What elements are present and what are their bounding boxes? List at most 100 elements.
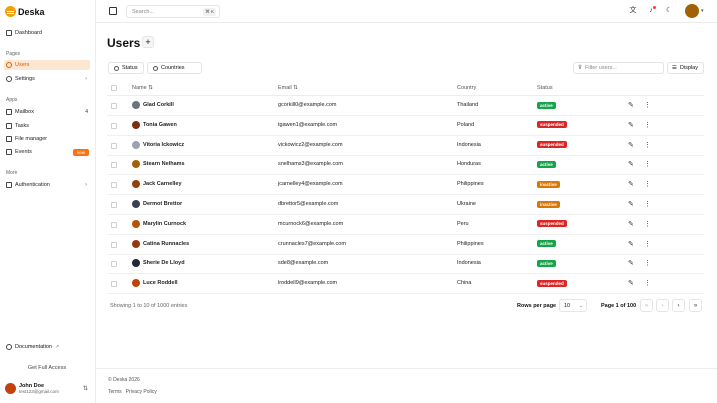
shield-icon	[6, 182, 12, 188]
row-checkbox[interactable]	[111, 281, 117, 288]
edit-icon[interactable]: ✎	[628, 141, 634, 149]
sidebar-item-events[interactable]: Events new	[4, 147, 90, 157]
display-button[interactable]: ☰ Display	[667, 62, 704, 74]
select-all-checkbox[interactable]	[111, 85, 117, 91]
edit-icon[interactable]: ✎	[628, 160, 634, 168]
privacy-link[interactable]: Privacy Policy	[126, 389, 157, 395]
filter-users-input[interactable]: ⊽ Filter users...	[573, 62, 664, 74]
page-title: Users	[107, 36, 141, 50]
user-name-cell: Luce Roddell	[132, 279, 178, 288]
translate-icon[interactable]: 文	[629, 7, 637, 15]
table-row[interactable]: Luce Roddell lroddell9@example.com China su…	[107, 274, 704, 295]
sidebar-item-authentication[interactable]: Authentication ›	[4, 180, 90, 190]
status-badge: suspended	[537, 220, 567, 228]
email-cell: tgawen1@example.com	[278, 121, 338, 128]
more-vertical-icon[interactable]: ⋮	[644, 101, 651, 109]
table-row[interactable]: Marylin Curnock mcurnock6@example.com Peru…	[107, 215, 704, 235]
column-country: Country	[457, 85, 477, 91]
more-vertical-icon[interactable]: ⋮	[644, 259, 651, 267]
avatar[interactable]	[685, 4, 699, 18]
sort-icon: ⇅	[148, 85, 153, 91]
column-email[interactable]: Email ⇅	[278, 85, 298, 91]
edit-icon[interactable]: ✎	[628, 101, 634, 109]
first-page-button[interactable]: «	[640, 299, 653, 312]
country-cell: Philippines	[457, 240, 484, 247]
previous-page-button[interactable]: ‹	[656, 299, 669, 312]
sidebar-item-settings[interactable]: Settings ›	[4, 74, 90, 84]
new-badge: new	[72, 148, 89, 156]
edit-icon[interactable]: ✎	[628, 259, 634, 267]
last-page-button[interactable]: »	[689, 299, 702, 312]
logo-icon	[5, 6, 16, 17]
sidebar-item-tasks[interactable]: Tasks	[4, 121, 90, 131]
table-row[interactable]: Tonia Gawen tgawen1@example.com Poland susp…	[107, 116, 704, 136]
row-checkbox[interactable]	[111, 202, 117, 208]
more-vertical-icon[interactable]: ⋮	[644, 240, 651, 248]
more-vertical-icon[interactable]: ⋮	[644, 141, 651, 149]
edit-icon[interactable]: ✎	[628, 121, 634, 129]
more-vertical-icon[interactable]: ⋮	[644, 180, 651, 188]
table-row[interactable]: Jack Carnelley jcarnelley4@example.com Phi…	[107, 175, 704, 196]
edit-icon[interactable]: ✎	[628, 240, 634, 248]
country-cell: Thailand	[457, 102, 479, 108]
sidebar-item-dashboard[interactable]: Dashboard	[4, 28, 90, 38]
more-vertical-icon[interactable]: ⋮	[644, 200, 651, 208]
table-row[interactable]: Vitoria Ickowicz vickowicz2@example.com In…	[107, 136, 704, 156]
row-checkbox[interactable]	[111, 182, 117, 189]
avatar	[132, 279, 140, 288]
more-vertical-icon[interactable]: ⋮	[644, 121, 651, 129]
sidebar-section-more: More	[6, 170, 18, 176]
status-badge: inactive	[537, 180, 560, 188]
table-row[interactable]: Dermot Brettor dbrettor5@example.com Ukrai…	[107, 195, 704, 215]
add-user-button[interactable]: +	[142, 36, 154, 48]
country-cell: Poland	[457, 121, 475, 128]
countries-filter-button[interactable]: Countries	[147, 62, 202, 74]
row-checkbox[interactable]	[111, 162, 117, 169]
documentation-link[interactable]: Documentation ↗	[6, 344, 59, 350]
edit-icon[interactable]: ✎	[628, 220, 634, 228]
moon-icon[interactable]: ☾	[665, 7, 673, 15]
folder-icon	[6, 136, 12, 142]
edit-icon[interactable]: ✎	[628, 180, 634, 188]
edit-icon[interactable]: ✎	[628, 279, 634, 287]
search-input[interactable]: Search... ⌘ K	[126, 5, 220, 18]
chevrons-up-down-icon: ⇅	[82, 386, 88, 392]
avatar	[132, 160, 140, 169]
sidebar-item-mailbox[interactable]: Mailbox 4	[4, 107, 90, 117]
row-checkbox[interactable]	[111, 261, 117, 268]
table-row[interactable]: Glad Corkill gcorkill0@example.com Thailan…	[107, 96, 704, 116]
table-row[interactable]: Catina Runnacles crunnacles7@example.com P…	[107, 235, 704, 255]
user-menu[interactable]: John Doe test123@gmail.com ⇅	[5, 383, 91, 394]
rows-per-page-select[interactable]: 10 ⌄	[559, 299, 587, 312]
row-checkbox[interactable]	[111, 122, 117, 129]
status-filter-button[interactable]: Status	[108, 62, 144, 74]
more-vertical-icon[interactable]: ⋮	[644, 160, 651, 168]
next-page-button[interactable]: ›	[672, 299, 685, 312]
row-checkbox[interactable]	[111, 221, 117, 228]
table-header: Name ⇅ Email ⇅ Country Status	[107, 80, 704, 96]
table-row[interactable]: Stearn Nelhams snelhams3@example.com Hondu…	[107, 155, 704, 176]
edit-icon[interactable]: ✎	[628, 200, 634, 208]
avatar	[132, 200, 140, 208]
home-icon	[6, 30, 12, 36]
sidebar-item-users[interactable]: Users	[4, 60, 90, 70]
column-name[interactable]: Name ⇅	[132, 85, 153, 91]
bell-icon[interactable]: ♪	[647, 6, 656, 15]
sidebar-section-apps: Apps	[6, 97, 18, 103]
more-vertical-icon[interactable]: ⋮	[644, 279, 651, 287]
sidebar-item-file-manager[interactable]: File manager	[4, 134, 90, 144]
more-vertical-icon[interactable]: ⋮	[644, 220, 651, 228]
brand[interactable]: Deska	[5, 6, 45, 17]
user-name-cell: Marylin Curnock	[132, 219, 186, 228]
terms-link[interactable]: Terms	[108, 389, 122, 395]
table-row[interactable]: Sherie De Lloyd sde8@example.com Indonesia…	[107, 254, 704, 275]
row-checkbox[interactable]	[111, 241, 117, 248]
row-checkbox[interactable]	[111, 142, 117, 149]
topbar: Search... ⌘ K 文 ♪ ☾ ▾	[96, 0, 717, 23]
country-cell: China	[457, 280, 472, 287]
copyright: © Deska 2026	[108, 377, 140, 383]
get-full-access-button[interactable]: Get Full Access	[4, 365, 90, 371]
user-name-cell: Vitoria Ickowicz	[132, 140, 184, 149]
row-checkbox[interactable]	[111, 103, 117, 109]
sidebar-toggle-icon[interactable]	[109, 7, 117, 15]
